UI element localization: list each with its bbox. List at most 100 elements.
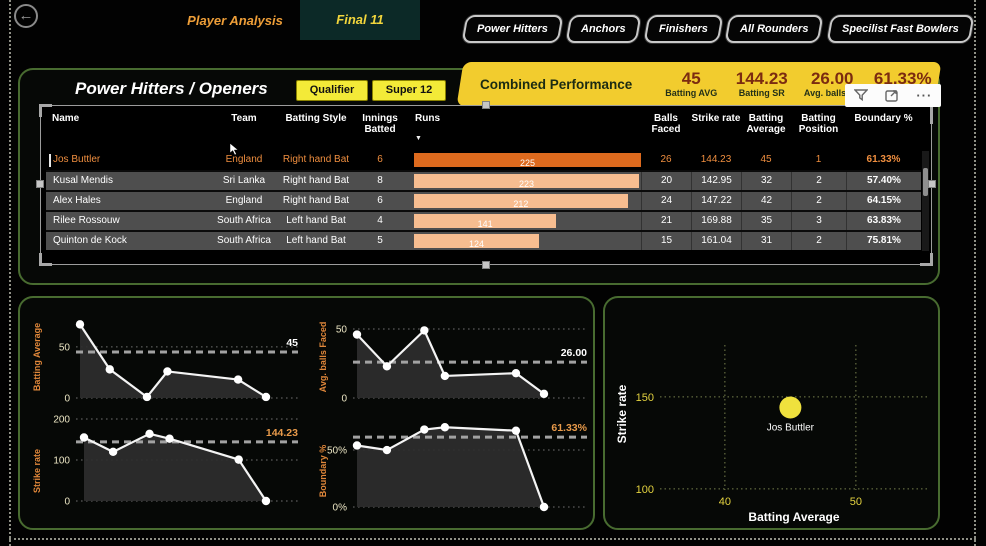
back-button[interactable]: ← <box>14 4 38 28</box>
cell-innings: 5 <box>353 232 407 250</box>
cell-boundary: 64.15% <box>846 192 921 210</box>
table-row[interactable]: Rilee RossouwSouth AfricaLeft hand Bat41… <box>46 210 921 230</box>
canvas-edge-guide-bottom <box>9 538 976 540</box>
column-header-runs[interactable]: Runs ▼ <box>407 108 641 150</box>
svg-text:50%: 50% <box>327 446 347 457</box>
column-header-label: Runs <box>415 113 440 124</box>
selection-corner[interactable] <box>39 104 52 117</box>
table-header-row: Name Team Batting StyleInnings Batted Runs ▼… <box>46 108 921 150</box>
canvas-edge-guide-left <box>9 0 11 546</box>
cell-balls: 15 <box>641 232 691 250</box>
runs-bar-value: 141 <box>414 215 556 228</box>
column-header-team[interactable]: Team <box>209 108 279 150</box>
column-header-avg[interactable]: Batting Average <box>741 108 791 150</box>
cell-innings: 4 <box>353 212 407 230</box>
category-button-specilist-fast-bowlers[interactable]: Specilist Fast Bowlers <box>826 15 974 43</box>
column-header-label: Name <box>52 113 79 124</box>
svg-text:Jos Buttler: Jos Buttler <box>767 423 815 434</box>
category-button-label: Finishers <box>659 23 708 35</box>
column-header-balls[interactable]: Balls Faced <box>641 108 691 150</box>
category-button-label: Specilist Fast Bowlers <box>842 23 959 35</box>
runs-bar-value: 223 <box>414 175 639 188</box>
table-scrollbar-track[interactable] <box>922 151 929 251</box>
selection-corner[interactable] <box>39 253 52 266</box>
svg-text:61.33%: 61.33% <box>551 422 587 434</box>
cell-pos: 3 <box>791 212 846 230</box>
svg-text:Batting Average: Batting Average <box>748 510 839 524</box>
column-header-label: Batting Average <box>746 113 785 135</box>
column-header-pos[interactable]: Batting Position <box>791 108 846 150</box>
cell-sr: 144.23 <box>691 151 741 169</box>
runs-bar-cell: 212 <box>407 194 641 208</box>
resize-handle-left[interactable] <box>36 180 44 188</box>
resize-handle-bottom[interactable] <box>482 261 490 269</box>
column-header-sr[interactable]: Strike rate <box>691 108 741 150</box>
tab-player-analysis[interactable]: Player Analysis <box>168 13 302 28</box>
focus-mode-icon[interactable] <box>885 89 899 102</box>
cell-team: England <box>209 192 279 210</box>
canvas-edge-guide-right <box>974 0 976 546</box>
avg-balls-faced-trend-chart: Avg. balls Faced50026.00 <box>313 299 595 411</box>
resize-handle-top[interactable] <box>482 101 490 109</box>
svg-text:100: 100 <box>636 484 654 496</box>
cell-balls: 26 <box>641 151 691 169</box>
table-row[interactable]: Quinton de KockSouth AfricaLeft hand Bat… <box>46 230 921 250</box>
table-row[interactable]: Kusal MendisSri LankaRight hand Bat82232… <box>46 170 921 190</box>
category-button-power-hitters[interactable]: Power Hitters <box>462 15 564 43</box>
selection-corner[interactable] <box>920 104 933 124</box>
arrow-left-icon: ← <box>19 7 34 24</box>
category-button-label: Power Hitters <box>477 23 548 35</box>
batting-average-trend-chart: Batting Average50045 <box>28 299 308 411</box>
runs-bar-value: 212 <box>414 195 628 208</box>
filter-icon[interactable] <box>854 89 868 102</box>
mouse-cursor <box>228 142 243 157</box>
selection-corner[interactable] <box>920 253 933 266</box>
tab-final-11[interactable]: Final 11 <box>300 0 420 40</box>
svg-text:50: 50 <box>850 496 862 508</box>
svg-text:0: 0 <box>64 394 70 405</box>
sort-descending-icon[interactable]: ▼ <box>415 133 641 144</box>
column-header-boundary[interactable]: Boundary % <box>846 108 921 150</box>
kpi-metric: 144.23Batting SR <box>727 70 798 99</box>
more-options-icon[interactable]: ··· <box>916 91 932 101</box>
qualifier-button[interactable]: Qualifier <box>296 80 368 101</box>
runs-bar: 212 <box>414 194 628 208</box>
category-button-all-rounders[interactable]: All Rounders <box>725 15 824 43</box>
column-header-innings[interactable]: Innings Batted <box>353 108 407 150</box>
runs-bar-cell: 223 <box>407 174 641 188</box>
cell-sr: 147.22 <box>691 192 741 210</box>
cell-avg: 31 <box>741 232 791 250</box>
svg-text:45: 45 <box>286 337 298 349</box>
cell-innings: 6 <box>353 192 407 210</box>
cell-boundary: 75.81% <box>846 232 921 250</box>
column-header-label: Team <box>231 113 256 124</box>
category-button-anchors[interactable]: Anchors <box>565 15 641 43</box>
banner-title: Combined Performance <box>460 77 656 92</box>
cell-boundary: 57.40% <box>846 172 921 190</box>
table-row[interactable]: Alex HalesEnglandRight hand Bat621224147… <box>46 190 921 210</box>
runs-bar-cell: 124 <box>407 234 641 248</box>
category-button-label: Anchors <box>581 23 626 35</box>
cell-team: Sri Lanka <box>209 172 279 190</box>
svg-text:150: 150 <box>636 392 654 404</box>
column-header-style[interactable]: Batting Style <box>279 108 353 150</box>
kpi-label: Batting SR <box>727 88 798 99</box>
category-buttons: Power Hitters Anchors Finishers All Rounder… <box>464 15 972 43</box>
category-button-finishers[interactable]: Finishers <box>643 15 723 43</box>
category-button-label: All Rounders <box>740 23 808 35</box>
column-header-label: Balls Faced <box>652 113 681 135</box>
resize-handle-right[interactable] <box>928 180 936 188</box>
cell-avg: 42 <box>741 192 791 210</box>
table-row[interactable]: Jos ButtlerEnglandRight hand Bat62252614… <box>46 150 921 170</box>
cell-balls: 24 <box>641 192 691 210</box>
cell-name: Rilee Rossouw <box>46 212 209 230</box>
column-header-name[interactable]: Name <box>46 108 209 150</box>
column-header-label: Boundary % <box>854 113 912 124</box>
super-12-button[interactable]: Super 12 <box>372 80 446 101</box>
svg-text:200: 200 <box>53 415 70 426</box>
cell-team: South Africa <box>209 232 279 250</box>
player-table-visual[interactable]: Name Team Batting StyleInnings Batted Runs ▼… <box>40 105 932 265</box>
cell-boundary: 61.33% <box>846 151 921 169</box>
svg-text:40: 40 <box>719 496 731 508</box>
svg-text:144.23: 144.23 <box>266 427 298 439</box>
